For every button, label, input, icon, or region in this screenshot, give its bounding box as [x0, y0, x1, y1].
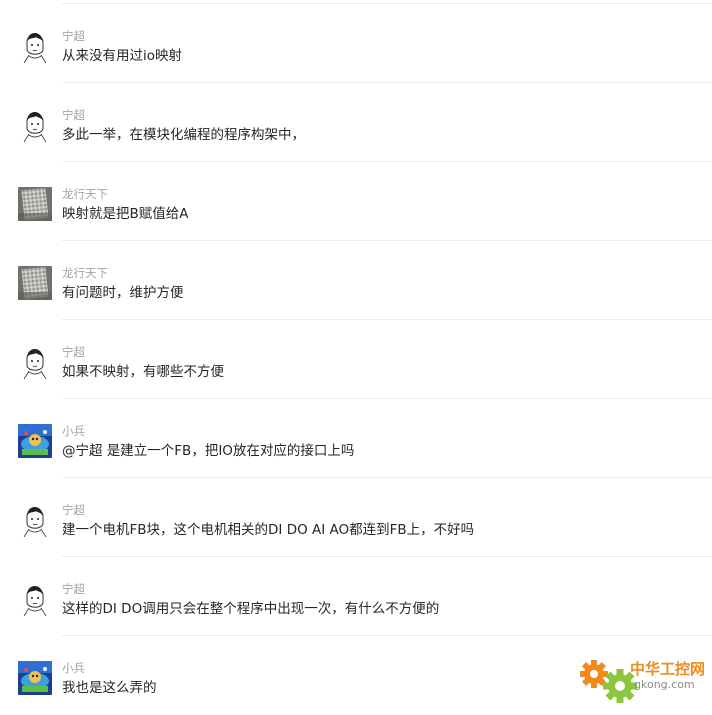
message-item: 宁超 如果不映射，有哪些不方便: [0, 320, 712, 399]
message-text: 有问题时，维护方便: [62, 285, 184, 301]
message-text: 这样的DI DO调用只会在整个程序中出现一次，有什么不方便的: [62, 601, 440, 617]
sketch-face-avatar[interactable]: [18, 29, 52, 63]
gear-logo-icon: [580, 660, 637, 703]
sender-name[interactable]: 宁超: [62, 581, 85, 597]
message-item: 龙行天下 映射就是把B赋值给A: [0, 162, 712, 241]
message-text: 建一个电机FB块，这个电机相关的DI DO AI AO都连到FB上，不好吗: [62, 522, 475, 538]
message-item: 宁超 这样的DI DO调用只会在整个程序中出现一次，有什么不方便的: [0, 557, 712, 636]
message-item: 宁超 建一个电机FB块，这个电机相关的DI DO AI AO都连到FB上，不好吗: [0, 478, 712, 557]
sender-name[interactable]: 宁超: [62, 502, 85, 518]
watermark-brand: 中华工控网: [630, 660, 706, 678]
watermark-url: gkong.com: [634, 678, 695, 691]
sender-name[interactable]: 小兵: [62, 660, 85, 676]
message-text: @宁超 是建立一个FB，把IO放在对应的接口上吗: [62, 443, 355, 459]
message-text: 映射就是把B赋值给A: [62, 206, 189, 222]
chat-message-list: 宁超 从来没有用过io映射 宁超 多此一举，在模块化编程的程序构架中， 龙行天下…: [0, 0, 712, 712]
message-text: 多此一举，在模块化编程的程序构架中，: [62, 127, 305, 143]
sketch-face-avatar[interactable]: [18, 108, 52, 142]
sketch-face-avatar[interactable]: [18, 582, 52, 616]
photo-avatar[interactable]: [18, 187, 52, 221]
sender-name[interactable]: 龙行天下: [62, 186, 108, 202]
message-item: 龙行天下 有问题时，维护方便: [0, 241, 712, 320]
game-avatar[interactable]: [18, 661, 52, 695]
sender-name[interactable]: 宁超: [62, 107, 85, 123]
message-item: 宁超 从来没有用过io映射: [0, 4, 712, 83]
game-avatar[interactable]: [18, 424, 52, 458]
message-text: 从来没有用过io映射: [62, 48, 183, 64]
message-item: 宁超 多此一举，在模块化编程的程序构架中，: [0, 83, 712, 162]
sender-name[interactable]: 宁超: [62, 28, 85, 44]
sender-name[interactable]: 宁超: [62, 344, 85, 360]
sketch-face-avatar[interactable]: [18, 345, 52, 379]
message-text: 我也是这么弄的: [62, 680, 157, 696]
photo-avatar[interactable]: [18, 266, 52, 300]
sender-name[interactable]: 小兵: [62, 423, 85, 439]
message-item: 小兵 @宁超 是建立一个FB，把IO放在对应的接口上吗: [0, 399, 712, 478]
sender-name[interactable]: 龙行天下: [62, 265, 108, 281]
message-text: 如果不映射，有哪些不方便: [62, 364, 224, 380]
sketch-face-avatar[interactable]: [18, 503, 52, 537]
gkong-watermark: 中华工控网 gkong.com: [578, 648, 708, 708]
